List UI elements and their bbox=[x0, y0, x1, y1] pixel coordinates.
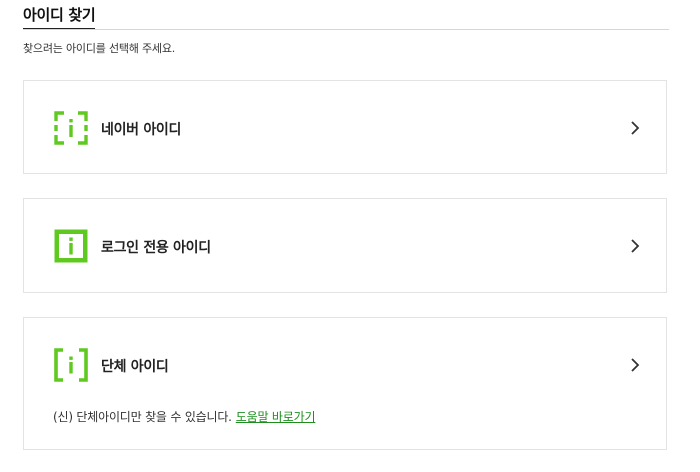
dashed-info-icon bbox=[53, 110, 89, 150]
chevron-right-icon bbox=[630, 238, 640, 258]
naver-id-label: 네이버 아이디 bbox=[101, 122, 182, 138]
page-header: 아이디 찾기 bbox=[23, 0, 669, 31]
page-subtitle: 찾으려는 아이디를 선택해 주세요. bbox=[23, 42, 176, 55]
find-id-page: 아이디 찾기 찾으려는 아이디를 선택해 주세요. 네이버 아이디 로그인 전용… bbox=[23, 0, 669, 450]
group-id-label: 단체 아이디 bbox=[101, 359, 169, 375]
solid-info-icon bbox=[53, 228, 89, 268]
bracket-info-icon bbox=[53, 347, 89, 387]
group-id-note: (신) 단체아이디만 찾을 수 있습니다. 도움말 바로가기 bbox=[53, 408, 315, 425]
page-title: 아이디 찾기 bbox=[23, 6, 96, 30]
chevron-right-icon bbox=[630, 357, 640, 377]
login-only-id-label: 로그인 전용 아이디 bbox=[101, 240, 211, 256]
login-only-id-option[interactable]: 로그인 전용 아이디 bbox=[23, 198, 667, 293]
naver-id-option[interactable]: 네이버 아이디 bbox=[23, 80, 667, 174]
help-link[interactable]: 도움말 바로가기 bbox=[236, 410, 316, 424]
title-divider bbox=[23, 29, 669, 30]
group-id-note-text: (신) 단체아이디만 찾을 수 있습니다. bbox=[53, 410, 232, 424]
group-id-option[interactable]: 단체 아이디 (신) 단체아이디만 찾을 수 있습니다. 도움말 바로가기 bbox=[23, 317, 667, 450]
chevron-right-icon bbox=[630, 120, 640, 140]
